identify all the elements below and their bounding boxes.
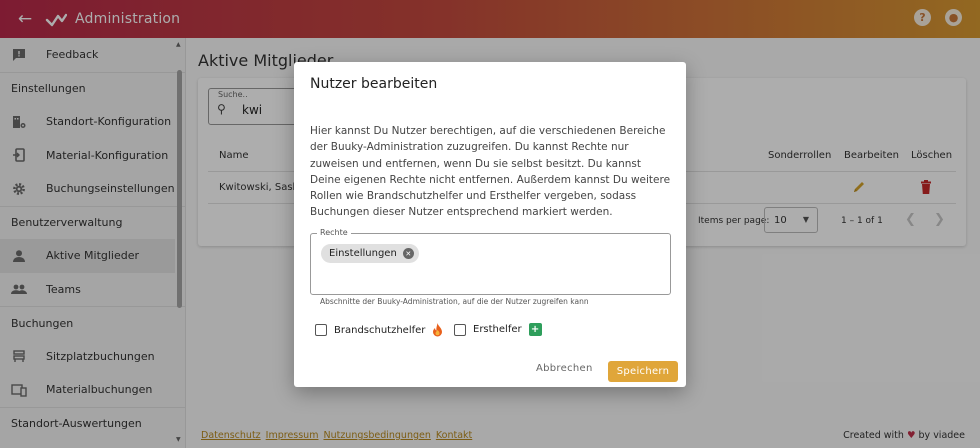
first-aid-checkbox[interactable] <box>454 323 466 336</box>
first-aid-label: Ersthelfer <box>473 324 522 335</box>
rights-hint: Abschnitte der Buuky-Administration, auf… <box>320 297 589 306</box>
dialog-title: Nutzer bearbeiten <box>310 76 438 92</box>
edit-user-dialog: Nutzer bearbeiten Hier kannst Du Nutzer … <box>294 62 686 387</box>
fire-helper-option[interactable]: Brandschutzhelfer <box>315 323 443 337</box>
first-aid-option[interactable]: Ersthelfer + <box>454 323 542 336</box>
save-button[interactable]: Speichern <box>608 361 678 382</box>
first-aid-kit-icon: + <box>528 323 542 336</box>
fire-icon <box>433 323 443 337</box>
rights-chip: Einstellungen ✕ <box>321 244 419 263</box>
rights-chip-label: Einstellungen <box>329 248 397 259</box>
rights-label: Rechte <box>317 228 351 237</box>
chip-remove-icon[interactable]: ✕ <box>402 248 414 259</box>
fire-helper-checkbox[interactable] <box>315 324 327 336</box>
cancel-button[interactable]: Abbrechen <box>536 363 593 374</box>
fire-helper-label: Brandschutzhelfer <box>334 324 426 336</box>
rights-field[interactable]: Rechte Einstellungen ✕ <box>310 228 671 295</box>
dialog-description: Hier kannst Du Nutzer berechtigen, auf d… <box>310 125 671 219</box>
